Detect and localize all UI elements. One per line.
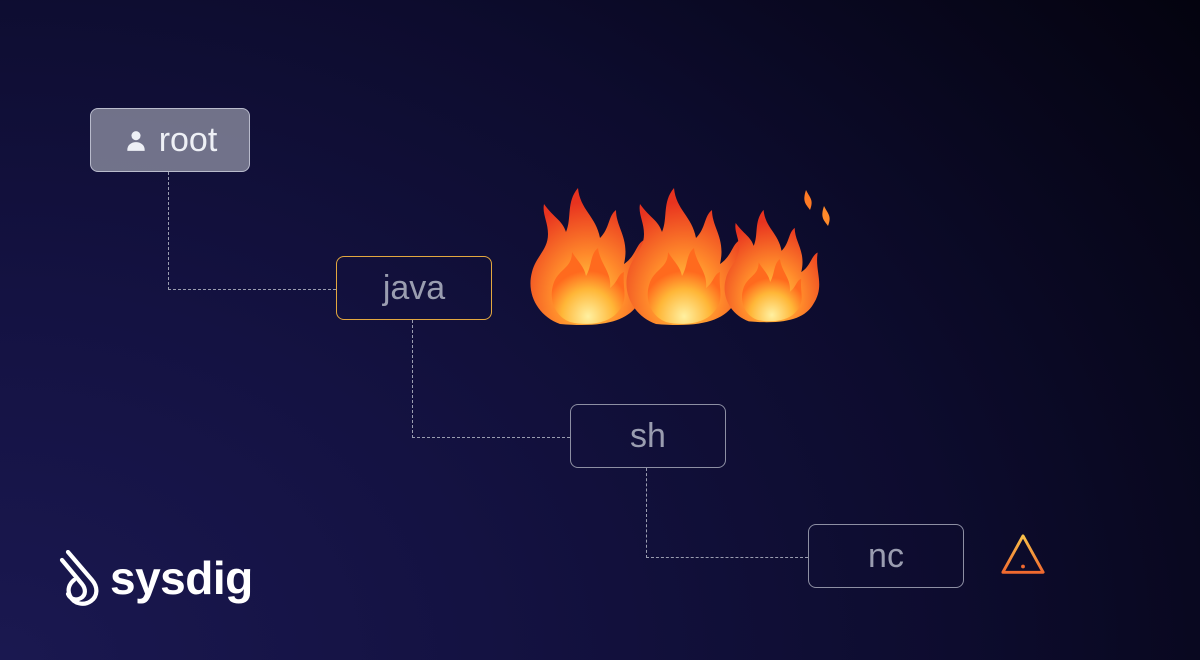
node-nc: nc bbox=[808, 524, 964, 588]
brand-logo-text: sysdig bbox=[110, 551, 253, 605]
connector-java-sh bbox=[412, 320, 570, 438]
brand-logo: sysdig bbox=[58, 550, 253, 606]
node-java: java bbox=[336, 256, 492, 320]
node-root: root bbox=[90, 108, 250, 172]
fire-icon bbox=[520, 176, 860, 326]
node-java-label: java bbox=[383, 269, 445, 308]
warning-icon bbox=[1000, 532, 1046, 578]
brand-logo-icon bbox=[58, 550, 104, 606]
node-sh-label: sh bbox=[630, 417, 666, 456]
user-icon bbox=[123, 127, 149, 153]
node-sh: sh bbox=[570, 404, 726, 468]
connector-sh-nc bbox=[646, 468, 808, 558]
node-nc-label: nc bbox=[868, 537, 904, 576]
node-root-label: root bbox=[159, 121, 218, 160]
connector-root-java bbox=[168, 172, 336, 290]
